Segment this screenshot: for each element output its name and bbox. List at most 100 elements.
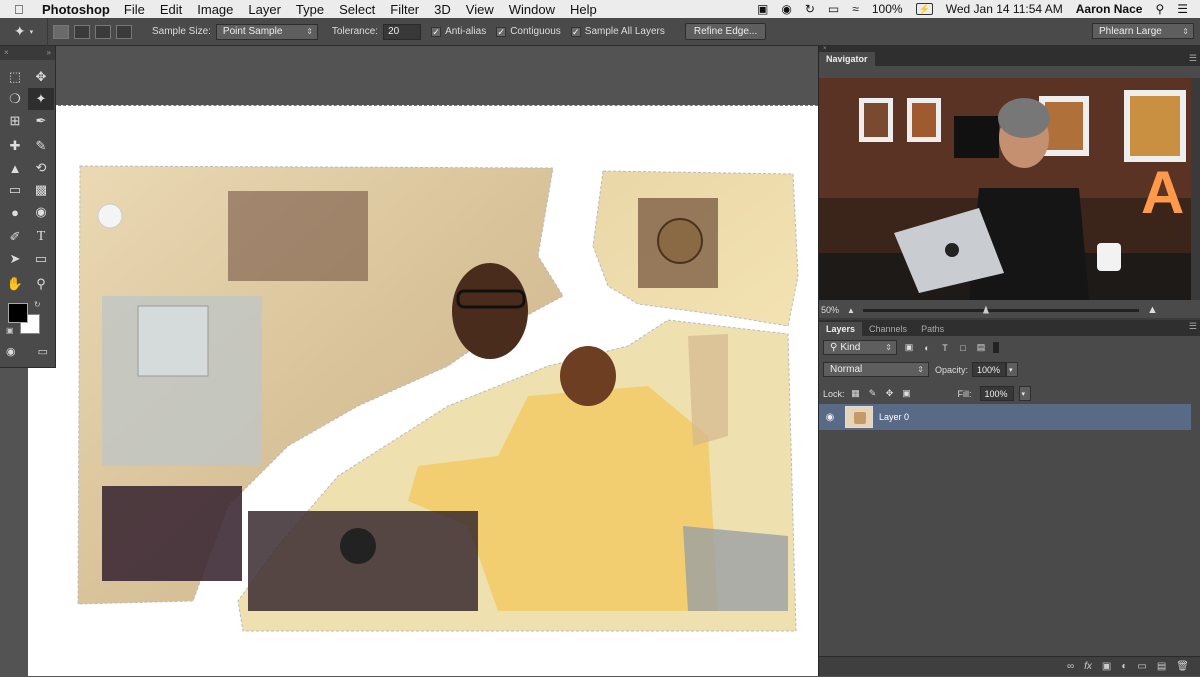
- zoom-slider[interactable]: [862, 305, 1139, 314]
- screen-mode-icon[interactable]: ▭: [38, 345, 48, 358]
- datetime[interactable]: Wed Jan 14 11:54 AM: [946, 2, 1063, 16]
- new-layer-icon[interactable]: ▤: [1157, 661, 1166, 672]
- type-filter-icon[interactable]: T: [939, 342, 951, 353]
- fill-input[interactable]: 100%: [979, 386, 1014, 401]
- user-menu[interactable]: Aaron Nace: [1076, 2, 1143, 16]
- layer-row[interactable]: ◉ Layer 0: [819, 404, 1191, 430]
- camera-icon[interactable]: ▣: [757, 2, 768, 16]
- opacity-input[interactable]: 100%: [972, 362, 1007, 377]
- tab-layers[interactable]: Layers: [819, 322, 863, 336]
- app-name-menu[interactable]: Photoshop: [42, 2, 110, 17]
- collapse-icon[interactable]: »: [47, 48, 51, 58]
- menu-layer[interactable]: Layer: [248, 2, 281, 17]
- intersect-selection-button[interactable]: [116, 24, 132, 39]
- close-icon[interactable]: ×: [4, 48, 9, 58]
- default-colors-icon[interactable]: ▣: [6, 326, 14, 335]
- zoom-tool-icon[interactable]: ⚲: [28, 273, 54, 295]
- magic-wand-tool-icon[interactable]: ✦: [28, 88, 54, 110]
- menu-type[interactable]: Type: [296, 2, 324, 17]
- sync-icon[interactable]: ↻: [805, 2, 815, 16]
- eraser-tool-icon[interactable]: ▭: [2, 179, 28, 201]
- menu-view[interactable]: View: [466, 2, 494, 17]
- eye-visibility-icon[interactable]: ◉: [819, 412, 841, 423]
- tab-channels[interactable]: Channels: [862, 322, 914, 336]
- menu-window[interactable]: Window: [509, 2, 555, 17]
- type-tool-icon[interactable]: T: [28, 226, 54, 248]
- battery-icon[interactable]: ⚡: [915, 3, 933, 15]
- menu-help[interactable]: Help: [570, 2, 597, 17]
- crop-tool-icon[interactable]: ⊞: [2, 110, 28, 132]
- eyedropper-tool-icon[interactable]: ✒: [28, 110, 54, 132]
- lock-position-icon[interactable]: ✥: [884, 388, 896, 399]
- navigator-preview[interactable]: A: [819, 78, 1191, 300]
- foreground-color-swatch[interactable]: [8, 303, 28, 323]
- add-to-selection-button[interactable]: [74, 24, 90, 39]
- opacity-slider-toggle[interactable]: ▾: [1006, 362, 1019, 377]
- history-brush-tool-icon[interactable]: ⟲: [28, 157, 54, 179]
- document-canvas[interactable]: [28, 105, 818, 676]
- new-selection-button[interactable]: [53, 24, 69, 39]
- zoom-out-icon[interactable]: ▲: [847, 306, 855, 315]
- panel-menu-icon[interactable]: ☰: [1189, 321, 1197, 332]
- pen-tool-icon[interactable]: ✐: [2, 226, 28, 248]
- layer-filter-kind-dropdown[interactable]: ⚲ Kind ⇕: [823, 340, 897, 355]
- layer-name[interactable]: Layer 0: [879, 412, 909, 422]
- lasso-tool-icon[interactable]: ❍: [2, 88, 28, 110]
- tool-preset-picker[interactable]: ✦ ▾: [0, 17, 48, 46]
- gradient-tool-icon[interactable]: ▩: [28, 179, 54, 201]
- lock-transparent-pixels-icon[interactable]: ▦: [850, 388, 862, 399]
- spotlight-search-icon[interactable]: ⚲: [1155, 2, 1164, 16]
- menu-3d[interactable]: 3D: [434, 2, 451, 17]
- swap-colors-icon[interactable]: ↻: [34, 300, 41, 309]
- creative-cloud-icon[interactable]: ◉: [781, 2, 791, 16]
- contiguous-checkbox[interactable]: ✓ Contiguous: [496, 26, 561, 37]
- filter-toggle-icon[interactable]: [993, 342, 999, 353]
- fill-slider-toggle[interactable]: ▾: [1018, 386, 1031, 401]
- apple-icon[interactable]: : [14, 2, 28, 17]
- clone-stamp-tool-icon[interactable]: ▲: [2, 157, 28, 179]
- new-group-icon[interactable]: ▭: [1137, 661, 1146, 672]
- refine-edge-button[interactable]: Refine Edge...: [684, 23, 767, 40]
- zoom-in-icon[interactable]: ▲: [1147, 304, 1158, 316]
- healing-brush-tool-icon[interactable]: ✚: [2, 135, 28, 157]
- lock-image-pixels-icon[interactable]: ✎: [867, 388, 879, 399]
- layer-style-icon[interactable]: fx: [1084, 661, 1092, 672]
- shape-filter-icon[interactable]: □: [957, 342, 969, 353]
- anti-alias-checkbox[interactable]: ✓ Anti-alias: [431, 26, 486, 37]
- subtract-from-selection-button[interactable]: [95, 24, 111, 39]
- wifi-icon[interactable]: ≈: [852, 2, 859, 16]
- notification-center-icon[interactable]: ☰: [1177, 2, 1188, 16]
- menu-file[interactable]: File: [124, 2, 145, 17]
- brush-tool-icon[interactable]: ✎: [28, 135, 54, 157]
- blur-tool-icon[interactable]: ●: [2, 201, 28, 223]
- tolerance-input[interactable]: 20: [383, 23, 422, 40]
- navigator-scrollbar[interactable]: [1191, 78, 1200, 300]
- layer-thumbnail[interactable]: [845, 406, 873, 428]
- menu-filter[interactable]: Filter: [390, 2, 419, 17]
- dodge-tool-icon[interactable]: ◉: [28, 201, 54, 223]
- sample-size-dropdown[interactable]: Point Sample ⇕: [215, 23, 318, 40]
- tab-navigator[interactable]: Navigator: [819, 52, 875, 66]
- blend-mode-dropdown[interactable]: Normal ⇕: [823, 362, 929, 377]
- airplay-icon[interactable]: ▭: [828, 2, 839, 16]
- menu-edit[interactable]: Edit: [160, 2, 182, 17]
- lock-all-icon[interactable]: ▣: [901, 388, 913, 399]
- path-selection-tool-icon[interactable]: ➤: [2, 248, 28, 270]
- zoom-level[interactable]: 50%: [821, 305, 839, 315]
- zoom-slider-knob[interactable]: [982, 305, 989, 314]
- link-layers-icon[interactable]: ∞: [1067, 661, 1074, 672]
- hand-tool-icon[interactable]: ✋: [2, 273, 28, 295]
- marquee-tool-icon[interactable]: ⬚: [2, 66, 28, 88]
- adjustment-filter-icon[interactable]: ◐: [921, 342, 933, 353]
- rectangle-tool-icon[interactable]: ▭: [28, 248, 54, 270]
- tools-panel-header[interactable]: ×»: [0, 46, 55, 60]
- move-tool-icon[interactable]: ✥: [28, 66, 54, 88]
- trash-icon[interactable]: 🗑: [1176, 661, 1189, 672]
- torn-photo-image[interactable]: [28, 106, 818, 677]
- smart-object-filter-icon[interactable]: ▤: [975, 342, 987, 353]
- adjustment-layer-icon[interactable]: ◐: [1121, 661, 1127, 672]
- menu-select[interactable]: Select: [339, 2, 375, 17]
- tab-paths[interactable]: Paths: [914, 322, 951, 336]
- quick-mask-icon[interactable]: ◉: [6, 345, 16, 358]
- panel-menu-icon[interactable]: ☰: [1189, 53, 1197, 64]
